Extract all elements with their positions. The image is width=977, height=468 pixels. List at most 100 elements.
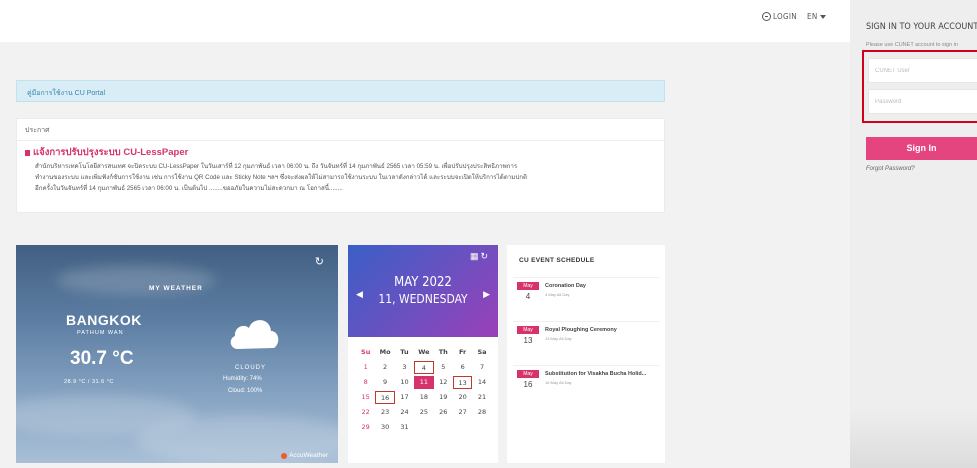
calendar-day-cell[interactable]: 1 bbox=[356, 361, 375, 374]
calendar-weekday: Mo bbox=[379, 348, 391, 356]
weather-cloud: Cloud: 100% bbox=[228, 388, 263, 394]
calendar-day-cell[interactable]: 8 bbox=[356, 376, 375, 389]
event-month: May bbox=[517, 326, 539, 334]
calendar-weekday: Sa bbox=[477, 348, 487, 356]
calendar-week-row: 8 9 10 11 12 13 14 bbox=[356, 375, 492, 390]
announcement-heading: ประกาศ bbox=[17, 119, 664, 141]
announcement-panel: ประกาศ แจ้งการปรับปรุงระบบ CU-LessPaper … bbox=[16, 118, 665, 213]
weather-widget: MY WEATHER ↻ BANGKOK PATHUM WAN 30.7 °C … bbox=[16, 245, 338, 463]
event-date: May 16 bbox=[517, 370, 539, 389]
event-item[interactable]: May 4 Coronation Day 4 May All Day bbox=[513, 277, 659, 317]
calendar-day-cell[interactable]: 3 bbox=[395, 361, 414, 374]
caret-down-icon bbox=[819, 14, 826, 19]
weather-temperature: 30.7 °C bbox=[70, 348, 134, 369]
calendar-week-row: 15 16 17 18 19 20 21 bbox=[356, 390, 492, 405]
calendar-day-cell[interactable]: 23 bbox=[375, 406, 394, 419]
calendar-weekday: Su bbox=[361, 348, 371, 356]
calendar-day-cell[interactable]: 11 bbox=[414, 376, 434, 389]
weather-condition: CLOUDY bbox=[235, 365, 267, 371]
event-month: May bbox=[517, 282, 539, 290]
calendar-weekday-row: Su Mo Tu We Th Fr Sa bbox=[356, 345, 492, 360]
calendar-day-cell[interactable]: 5 bbox=[434, 361, 453, 374]
announcement-title[interactable]: แจ้งการปรับปรุงระบบ CU-LessPaper bbox=[17, 141, 664, 160]
calendar-day-cell[interactable]: 13 bbox=[452, 376, 473, 389]
announcement-body: สำนักบริหารเทคโนโลยีสารสนเทศ จะปิดระบบ C… bbox=[17, 160, 664, 194]
forgot-password-link[interactable]: Forgot Password? bbox=[866, 166, 915, 172]
calendar-day-cell[interactable]: 9 bbox=[375, 376, 394, 389]
calendar-day-cell[interactable]: 30 bbox=[375, 421, 394, 434]
calendar-toolbar: ▦↻ bbox=[470, 251, 490, 262]
calendar-day-cell[interactable]: 2 bbox=[375, 361, 394, 374]
calendar-grid: Su Mo Tu We Th Fr Sa 1 2 3 4 5 6 7 8 9 10 11 12 13 14 15 16 17 1… bbox=[356, 345, 492, 435]
calendar-icon[interactable]: ▦ bbox=[470, 251, 481, 261]
refresh-icon[interactable]: ↻ bbox=[315, 255, 324, 268]
event-day: 13 bbox=[523, 336, 533, 345]
calendar-day-cell[interactable]: 17 bbox=[395, 391, 414, 404]
event-day: 16 bbox=[523, 380, 533, 389]
refresh-icon[interactable]: ↻ bbox=[480, 251, 490, 261]
calendar-day-cell[interactable]: 4 bbox=[414, 361, 434, 374]
accuweather-label: AccuWeather bbox=[289, 452, 328, 459]
calendar-day-cell[interactable]: 27 bbox=[453, 406, 472, 419]
panel-shade bbox=[850, 408, 977, 468]
calendar-day-cell[interactable]: 31 bbox=[395, 421, 414, 434]
username-field[interactable] bbox=[868, 58, 977, 83]
calendar-day-cell[interactable]: 25 bbox=[414, 406, 433, 419]
calendar-week-row: 1234567 bbox=[356, 360, 492, 375]
accuweather-icon bbox=[281, 452, 288, 459]
calendar-empty-cell bbox=[434, 421, 453, 434]
calendar-day-cell[interactable]: 21 bbox=[472, 391, 491, 404]
calendar-day-cell[interactable]: 7 bbox=[472, 361, 491, 374]
calendar-day-cell[interactable]: 22 bbox=[356, 406, 375, 419]
manual-link[interactable]: คู่มือการใช้งาน CU Portal bbox=[16, 80, 665, 102]
event-time: 13 May All Day bbox=[545, 336, 572, 341]
calendar-day-cell[interactable]: 19 bbox=[434, 391, 453, 404]
cloud-icon bbox=[230, 320, 279, 349]
calendar-day-cell[interactable]: 18 bbox=[414, 391, 433, 404]
calendar-empty-cell bbox=[414, 421, 433, 434]
signin-title: SIGN IN TO YOUR ACCOUNT bbox=[866, 22, 977, 32]
signin-button[interactable]: Sign In bbox=[866, 137, 977, 160]
calendar-day-cell[interactable]: 26 bbox=[434, 406, 453, 419]
language-label: EN bbox=[806, 12, 818, 21]
login-link[interactable]: LOGIN bbox=[762, 12, 797, 21]
calendar-day-cell[interactable]: 29 bbox=[356, 421, 375, 434]
credentials-highlight bbox=[862, 50, 977, 123]
login-label: LOGIN bbox=[773, 12, 797, 21]
announcement-line: อีกครั้งในวันจันทร์ที่ 14 กุมภาพันธ์ 256… bbox=[35, 185, 343, 192]
password-field[interactable] bbox=[868, 89, 977, 114]
manual-link-label: คู่มือการใช้งาน CU Portal bbox=[27, 90, 106, 97]
calendar-day-cell[interactable]: 6 bbox=[453, 361, 472, 374]
event-name: Royal Ploughing Ceremony bbox=[545, 327, 617, 333]
event-name: Coronation Day bbox=[545, 283, 586, 289]
weather-range: 28.9 °C / 31.6 °C bbox=[64, 379, 114, 385]
calendar-week-row: 29 30 31 bbox=[356, 420, 492, 435]
event-schedule-title: CU EVENT SCHEDULE bbox=[519, 257, 595, 264]
calendar-day-cell[interactable]: 20 bbox=[453, 391, 472, 404]
event-day: 4 bbox=[525, 292, 531, 301]
calendar-month: MAY 2022 bbox=[394, 275, 452, 290]
announcement-line: ทำงานของระบบ และเพิ่มฟังก์ชันการใช้งาน เ… bbox=[35, 174, 528, 181]
accuweather-logo[interactable]: AccuWeather bbox=[281, 452, 328, 459]
calendar-day-cell[interactable]: 12 bbox=[434, 376, 453, 389]
event-item[interactable]: May 16 Substitution for Visakha Bucha Ho… bbox=[513, 365, 659, 405]
calendar-day-cell[interactable]: 16 bbox=[375, 391, 395, 404]
calendar-weekday: Th bbox=[438, 348, 448, 356]
language-selector[interactable]: EN bbox=[807, 12, 826, 21]
calendar-week-row: 22 23 24 25 26 27 28 bbox=[356, 405, 492, 420]
event-item[interactable]: May 13 Royal Ploughing Ceremony 13 May A… bbox=[513, 321, 659, 361]
calendar-day-cell[interactable]: 28 bbox=[472, 406, 491, 419]
calendar-day-cell[interactable]: 15 bbox=[356, 391, 375, 404]
calendar-day-cell[interactable]: 14 bbox=[472, 376, 491, 389]
calendar-day-cell[interactable]: 10 bbox=[395, 376, 414, 389]
weather-district: PATHUM WAN bbox=[77, 330, 124, 336]
calendar-weekday: Tu bbox=[400, 348, 409, 356]
main-content: LOGIN EN คู่มือการใช้งาน CU Portal ประกา… bbox=[0, 0, 850, 468]
event-schedule: CU EVENT SCHEDULE May 4 Coronation Day 4… bbox=[507, 245, 665, 463]
signin-panel: SIGN IN TO YOUR ACCOUNT Please use CUNET… bbox=[850, 0, 977, 468]
calendar-weekday: We bbox=[418, 348, 430, 356]
weather-humidity: Humidity: 74% bbox=[223, 376, 262, 382]
event-time: 16 May All Day bbox=[545, 380, 572, 385]
calendar-widget: ▦↻ ◀ ▶ MAY 2022 11, WEDNESDAY Su Mo Tu We Th… bbox=[348, 245, 498, 463]
calendar-day-cell[interactable]: 24 bbox=[395, 406, 414, 419]
